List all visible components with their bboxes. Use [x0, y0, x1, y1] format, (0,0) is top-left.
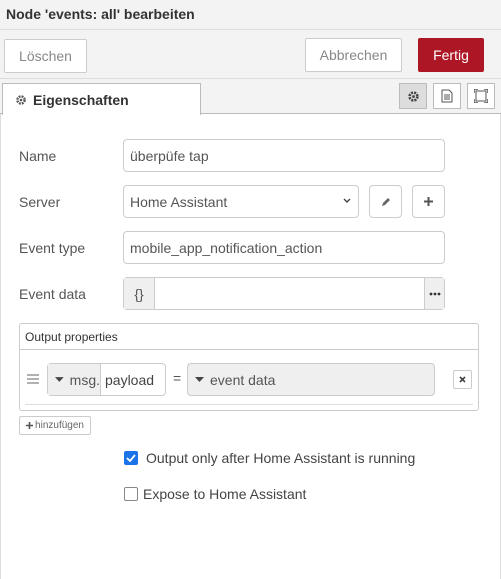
output-after-running-checkbox[interactable]	[124, 451, 138, 465]
close-icon	[459, 376, 466, 383]
output-after-running-label: Output only after Home Assistant is runn…	[146, 450, 416, 466]
event-data-input[interactable]: {}	[123, 277, 445, 310]
server-select-value: Home Assistant	[130, 193, 228, 210]
plus-icon	[26, 422, 34, 429]
server-label: Server	[19, 194, 61, 210]
dialog-title: Node 'events: all' bearbeiten	[6, 6, 195, 22]
equals-sign: =	[173, 370, 182, 386]
output-properties-header: Output properties	[20, 324, 478, 350]
frame-icon	[474, 89, 488, 103]
gear-icon	[407, 90, 419, 102]
caret-down-icon	[195, 376, 204, 382]
document-icon	[441, 89, 453, 103]
tab-properties[interactable]: Eigenschaften	[2, 83, 201, 115]
properties-panel: Name überpüfe tap Server Home Assistant …	[0, 114, 501, 579]
drag-handle-icon[interactable]	[27, 374, 39, 384]
pencil-icon	[381, 197, 390, 206]
expose-label: Expose to Home Assistant	[143, 486, 307, 502]
event-type-label: Event type	[19, 240, 86, 256]
cancel-button[interactable]: Abbrechen	[305, 38, 402, 72]
edit-server-button[interactable]	[369, 185, 402, 218]
gear-icon	[16, 94, 26, 105]
output-properties-box: Output properties msg. payload = event d…	[19, 323, 479, 411]
tab-properties-label: Eigenschaften	[33, 91, 129, 108]
chevron-down-icon	[343, 198, 351, 203]
msg-type-selector[interactable]: msg.	[48, 364, 101, 395]
event-data-label: Event data	[19, 286, 86, 302]
dialog-toolbar: Löschen Abbrechen Fertig	[0, 30, 501, 79]
done-button[interactable]: Fertig	[418, 38, 484, 72]
msg-property-value: payload	[105, 372, 155, 388]
server-select[interactable]: Home Assistant	[123, 185, 359, 218]
plus-icon	[424, 197, 433, 206]
caret-down-icon	[55, 376, 64, 382]
msg-prefix: msg.	[69, 371, 100, 388]
dialog-titlebar: Node 'events: all' bearbeiten	[0, 0, 501, 30]
msg-property-field[interactable]: msg. payload	[47, 363, 166, 396]
add-property-label: hinzufügen	[35, 420, 84, 431]
ellipsis-icon	[429, 292, 440, 295]
tab-appearance[interactable]	[467, 83, 495, 109]
expose-checkbox[interactable]	[124, 487, 138, 501]
value-type-label: event data	[210, 371, 276, 388]
expose-row: Expose to Home Assistant	[124, 486, 306, 502]
output-after-running-row: Output only after Home Assistant is runn…	[124, 450, 415, 466]
add-server-button[interactable]	[412, 185, 445, 218]
add-property-button[interactable]: hinzufügen	[19, 416, 91, 435]
expand-editor-button[interactable]	[424, 278, 444, 309]
checkmark-icon	[126, 454, 136, 462]
name-label: Name	[19, 148, 57, 164]
tab-bar: Eigenschaften	[0, 79, 501, 115]
json-type-selector[interactable]: {}	[124, 278, 155, 309]
row-divider	[25, 404, 473, 405]
delete-button[interactable]: Löschen	[4, 39, 87, 73]
remove-row-button[interactable]	[453, 370, 472, 389]
tab-description[interactable]	[433, 83, 461, 109]
tab-settings[interactable]	[399, 83, 427, 109]
value-type-selector[interactable]: event data	[187, 363, 435, 396]
event-type-input[interactable]: mobile_app_notification_action	[123, 231, 445, 264]
name-input[interactable]: überpüfe tap	[123, 139, 445, 172]
